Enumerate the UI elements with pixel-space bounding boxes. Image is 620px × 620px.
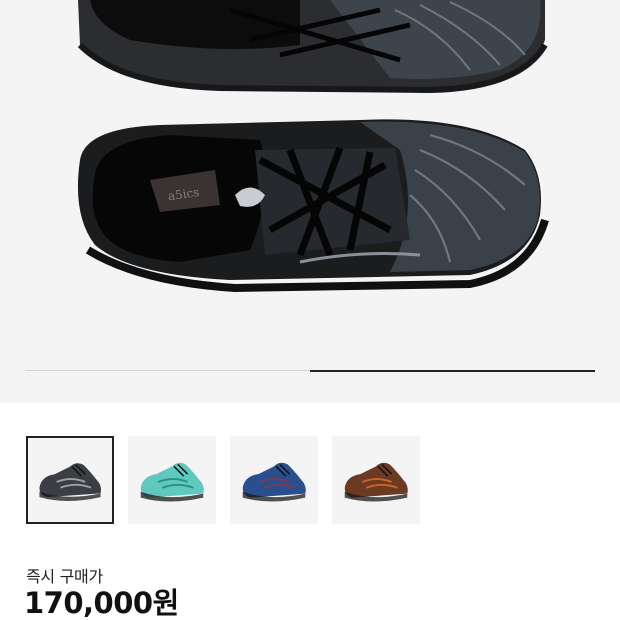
sneaker-thumbnail-image (140, 462, 204, 502)
lower-sneaker: a5ics (77, 119, 549, 293)
colorway-thumbnail-black-colorway[interactable] (26, 436, 114, 524)
colorway-thumbnail-blue-colorway[interactable] (230, 436, 318, 524)
price-label: 즉시 구매가 (26, 567, 103, 586)
sneaker-pair-image: a5ics (77, 0, 549, 293)
colorway-thumbnail-brown-colorway[interactable] (332, 436, 420, 524)
product-image-gallery[interactable]: a5ics (0, 0, 620, 403)
sneaker-thumbnail-image (242, 462, 306, 502)
gallery-progress-bar (25, 369, 595, 372)
colorway-thumbnail-list (26, 436, 420, 524)
sneaker-thumbnail-image (344, 462, 408, 502)
price-value: 170,000원 (24, 586, 179, 620)
gallery-progress-indicator (310, 369, 595, 372)
colorway-thumbnail-teal-colorway[interactable] (128, 436, 216, 524)
upper-sneaker (77, 0, 548, 94)
sneaker-thumbnail-image (39, 463, 102, 501)
